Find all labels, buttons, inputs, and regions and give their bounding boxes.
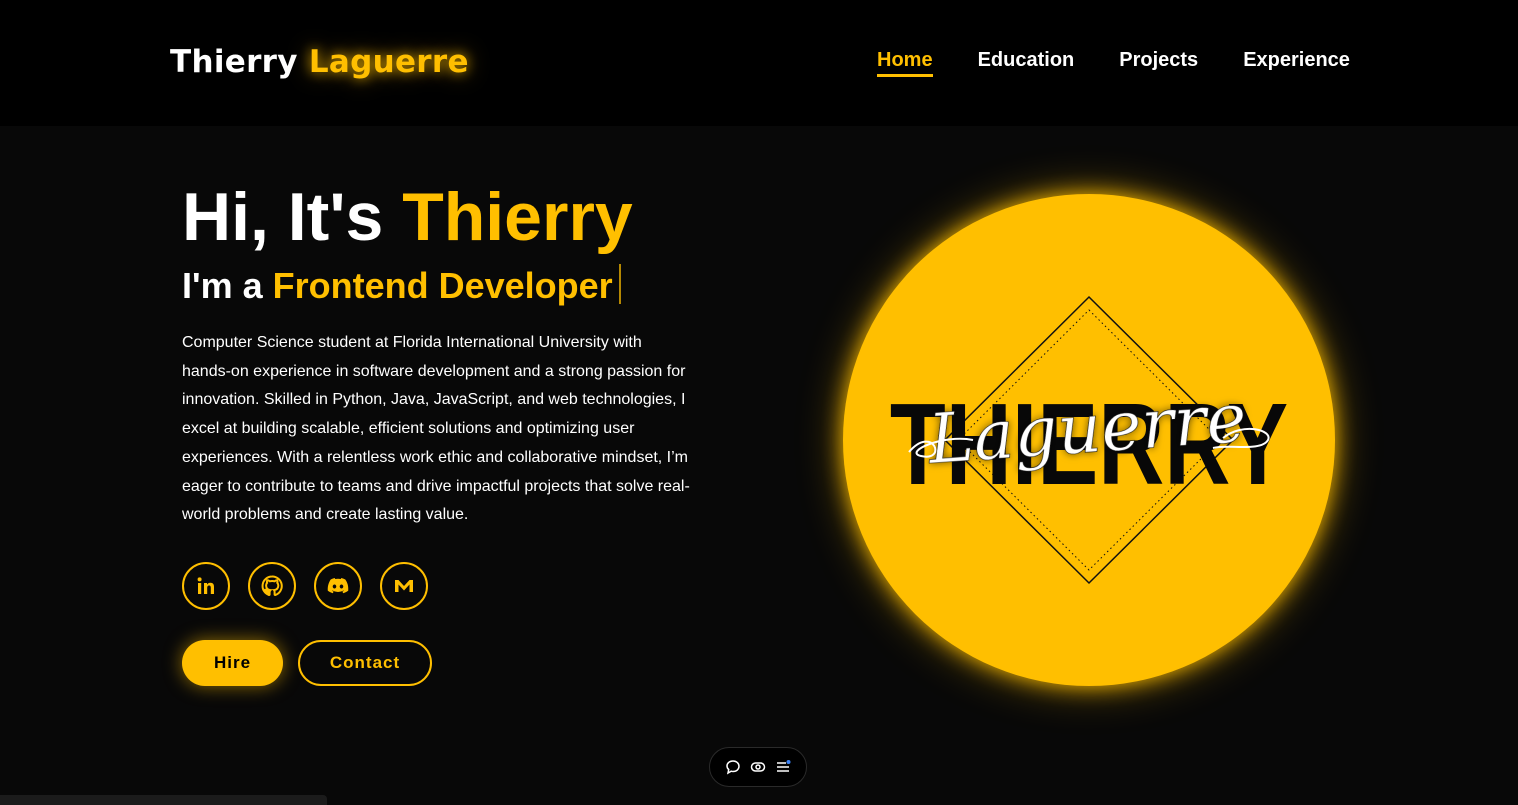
logo-first-name: Thierry: [170, 44, 298, 80]
hero-title: Hi, It's Thierry: [182, 180, 633, 255]
discord-link[interactable]: [314, 562, 362, 610]
hero-name: Thierry: [402, 179, 633, 255]
role-text: Frontend Developer: [272, 265, 613, 306]
logo-last-name: Laguerre: [308, 44, 469, 80]
linkedin-icon: [197, 577, 214, 594]
browser-status-bar: [0, 795, 327, 805]
github-link[interactable]: [248, 562, 296, 610]
linkedin-link[interactable]: [182, 562, 230, 610]
floating-toolbar: [709, 747, 807, 787]
discord-icon: [327, 578, 349, 594]
preview-tool[interactable]: [749, 758, 767, 776]
github-icon: [261, 575, 283, 597]
name-logo-graphic: THIERRY Laguerre: [890, 295, 1288, 585]
comment-icon: [725, 760, 740, 775]
hero-subtitle: I'm a Frontend Developer: [182, 264, 621, 306]
main-nav: Home Education Projects Experience: [877, 49, 1350, 77]
role-prefix: I'm a: [182, 265, 263, 306]
eye-icon: [750, 762, 766, 772]
typing-caret: [618, 264, 621, 304]
nav-experience[interactable]: Experience: [1243, 49, 1350, 76]
comment-tool[interactable]: [724, 758, 742, 776]
nav-home[interactable]: Home: [877, 49, 933, 77]
menu-icon: [777, 760, 791, 772]
site-header: Thierry Laguerre Home Education Projects…: [0, 0, 1518, 126]
hire-button[interactable]: Hire: [182, 640, 283, 686]
social-links: [182, 562, 446, 610]
profile-logo-circle: THIERRY Laguerre: [843, 194, 1335, 686]
nav-education[interactable]: Education: [978, 49, 1075, 76]
nav-projects[interactable]: Projects: [1119, 49, 1198, 76]
contact-button[interactable]: Contact: [298, 640, 432, 686]
hero-greeting: Hi, It's: [182, 179, 384, 255]
menu-tool[interactable]: [774, 758, 792, 776]
mail-link[interactable]: [380, 562, 428, 610]
site-logo[interactable]: Thierry Laguerre: [170, 44, 469, 80]
mail-icon: [395, 580, 413, 592]
hero-bio: Computer Science student at Florida Inte…: [182, 334, 690, 524]
